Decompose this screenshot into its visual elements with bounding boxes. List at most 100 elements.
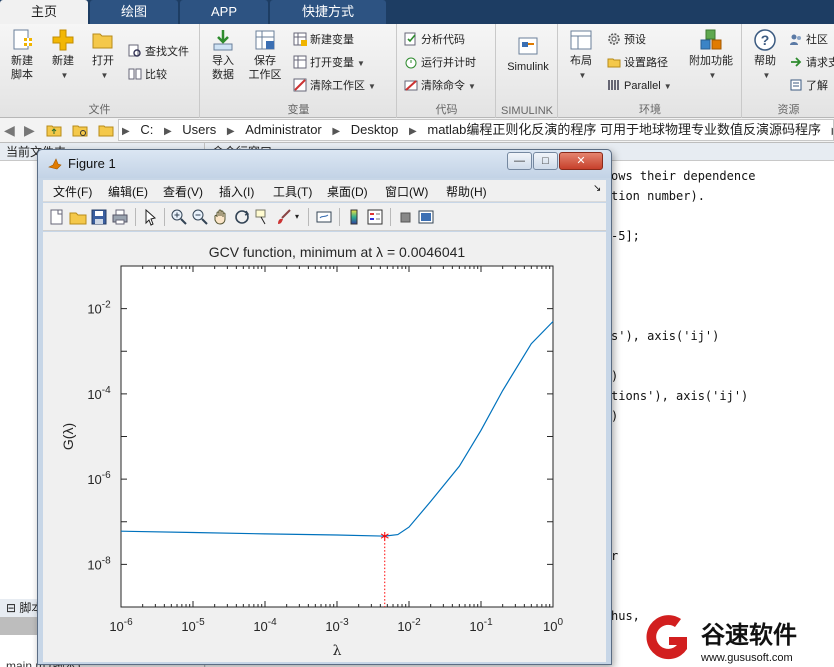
- breadcrumb-item[interactable]: matlab编程正则化反演的程序 可用于地球物理专业数值反演源码程序: [423, 120, 825, 140]
- gusu-logo-icon: 谷速软件 www.gususoft.com: [646, 615, 797, 664]
- simulink-group-label: SIMULINK: [501, 105, 553, 117]
- breadcrumb-item[interactable]: Desktop: [347, 120, 403, 140]
- menu-help[interactable]: 帮助(H): [446, 183, 487, 200]
- import-data-button[interactable]: 导入 数据: [205, 28, 241, 82]
- dock-arrow-icon[interactable]: ↘: [593, 183, 601, 194]
- rotate-icon[interactable]: [233, 208, 251, 226]
- breadcrumb-separator-icon: ▶: [226, 126, 235, 137]
- menu-edit[interactable]: 编辑(E): [108, 183, 148, 200]
- matlab-logo-icon: [48, 158, 62, 170]
- pan-icon[interactable]: [212, 208, 230, 226]
- run-and-time-button[interactable]: 运行并计时: [404, 53, 476, 73]
- layout-button[interactable]: 布局 ▼: [563, 28, 599, 83]
- browse-folder-icon[interactable]: [72, 122, 88, 138]
- clear-commands-button[interactable]: 清除命令 ▼: [404, 76, 476, 96]
- breadcrumb-item[interactable]: Users: [178, 120, 220, 140]
- tab-plots[interactable]: 绘图: [90, 0, 178, 24]
- toolbar-separator: [164, 208, 165, 226]
- resources-group-label: 资源: [777, 104, 800, 116]
- breadcrumb-separator-icon: ▶: [409, 126, 417, 137]
- figure-title: Figure 1: [68, 156, 116, 171]
- code-group-label: 代码: [435, 104, 458, 116]
- find-files-button[interactable]: 查找文件: [128, 42, 189, 62]
- preferences-button[interactable]: 预设: [607, 30, 646, 50]
- layout-label: 布局: [570, 55, 592, 67]
- clear-workspace-icon: [293, 78, 307, 92]
- pointer-icon[interactable]: [141, 208, 159, 226]
- svg-text:?: ?: [761, 32, 770, 48]
- print-icon[interactable]: [111, 208, 129, 226]
- save-icon[interactable]: [90, 208, 108, 226]
- close-button[interactable]: ✕: [559, 152, 603, 170]
- back-arrow-icon[interactable]: ◀: [4, 122, 15, 139]
- import-data-label: 导入 数据: [212, 55, 234, 81]
- brush-icon[interactable]: [275, 208, 293, 226]
- menu-insert[interactable]: 插入(I): [219, 183, 254, 200]
- new-figure-icon[interactable]: [48, 208, 66, 226]
- chevron-down-icon: ▼: [468, 82, 476, 91]
- up-folder-icon[interactable]: [46, 122, 62, 138]
- menu-view[interactable]: 查看(V): [163, 183, 203, 200]
- chevron-down-icon: ▼: [357, 59, 365, 68]
- colorbar-icon[interactable]: [345, 208, 363, 226]
- parallel-button[interactable]: Parallel ▼: [607, 76, 672, 96]
- open-file-icon[interactable]: [69, 208, 87, 226]
- set-path-button[interactable]: 设置路径: [607, 53, 668, 73]
- command-output-line: -5];: [611, 229, 640, 243]
- save-workspace-button[interactable]: 保存 工作区: [245, 28, 285, 82]
- figure-canvas[interactable]: 10-6 10-5 10-4 10-3 10-2 10-1 100 10-8 10-6 10-4 1…: [43, 232, 606, 662]
- menu-window[interactable]: 窗口(W): [385, 183, 428, 200]
- brush-dropdown-chevron-down-icon[interactable]: ▾: [295, 212, 303, 230]
- breadcrumb-separator-icon: ▶: [122, 126, 130, 137]
- hide-plot-tools-icon[interactable]: [396, 208, 414, 226]
- chevron-down-icon: ▼: [578, 71, 587, 80]
- variable-group-label: 变量: [287, 104, 310, 116]
- open-button[interactable]: 打开 ▼: [86, 28, 120, 83]
- tab-home[interactable]: 主页: [0, 0, 88, 24]
- command-output-line: ): [611, 369, 619, 383]
- forward-arrow-icon[interactable]: ▶: [24, 122, 35, 139]
- open-variable-icon: [293, 55, 307, 69]
- figure-menubar: 文件(F) 编辑(E) 查看(V) 插入(I) 工具(T) 桌面(D) 窗口(W…: [43, 180, 606, 202]
- breadcrumb[interactable]: ▶ C: ▶ Users ▶ Administrator ▶ Desktop ▶…: [118, 119, 834, 141]
- clear-workspace-button[interactable]: 清除工作区 ▼: [293, 76, 376, 96]
- watermark-logo: 谷速软件 www.gususoft.com: [643, 613, 834, 667]
- breadcrumb-item[interactable]: Administrator: [241, 120, 326, 140]
- toolbar-separator: [308, 208, 309, 226]
- minimize-button[interactable]: —: [507, 152, 532, 170]
- data-cursor-icon[interactable]: [254, 208, 272, 226]
- link-plot-icon[interactable]: [315, 208, 333, 226]
- zoom-in-icon[interactable]: [170, 208, 188, 226]
- new-button[interactable]: 新建 ▼: [46, 28, 80, 83]
- help-button[interactable]: ? 帮助 ▼: [747, 28, 783, 83]
- breadcrumb-item[interactable]: C:: [136, 120, 157, 140]
- community-button[interactable]: 社区: [789, 30, 828, 50]
- chevron-down-icon: ▼: [100, 71, 109, 80]
- analyze-code-button[interactable]: 分析代码: [404, 30, 465, 50]
- chevron-down-icon: ▼: [663, 82, 672, 91]
- tab-apps[interactable]: APP: [180, 0, 268, 24]
- add-ons-button[interactable]: 附加功能 ▼: [687, 28, 735, 83]
- menu-desktop[interactable]: 桌面(D): [327, 183, 368, 200]
- figure-titlebar[interactable]: Figure 1 — □ ✕: [38, 150, 611, 178]
- zoom-out-icon[interactable]: [191, 208, 209, 226]
- save-workspace-label: 保存 工作区: [248, 55, 282, 81]
- compare-button[interactable]: 比较: [128, 65, 167, 85]
- minimum-marker: *: [380, 529, 389, 550]
- new-variable-button[interactable]: 新建变量: [293, 30, 354, 50]
- request-support-button[interactable]: 请求支: [789, 53, 834, 73]
- maximize-button[interactable]: □: [533, 152, 558, 170]
- ribbon-toolstrip: 新建 脚本 新建 ▼ 打开 ▼ 查找文件 比较 文件 导入 数据 保存 工作区 新建…: [0, 24, 834, 118]
- new-script-button[interactable]: 新建 脚本: [4, 28, 40, 82]
- figure-toolbar: ▾: [43, 203, 606, 231]
- simulink-button[interactable]: Simulink: [500, 34, 556, 74]
- new-script-label: 新建 脚本: [11, 55, 33, 81]
- gcv-chart[interactable]: 10-6 10-5 10-4 10-3 10-2 10-1 10010-810-610-41…: [43, 232, 606, 662]
- legend-icon[interactable]: [366, 208, 384, 226]
- tab-shortcuts[interactable]: 快捷方式: [270, 0, 386, 24]
- learn-more-button[interactable]: 了解: [789, 76, 828, 96]
- show-plot-tools-icon[interactable]: [417, 208, 435, 226]
- open-variable-button[interactable]: 打开变量 ▼: [293, 53, 365, 73]
- menu-tools[interactable]: 工具(T): [273, 183, 312, 200]
- menu-file[interactable]: 文件(F): [53, 183, 92, 200]
